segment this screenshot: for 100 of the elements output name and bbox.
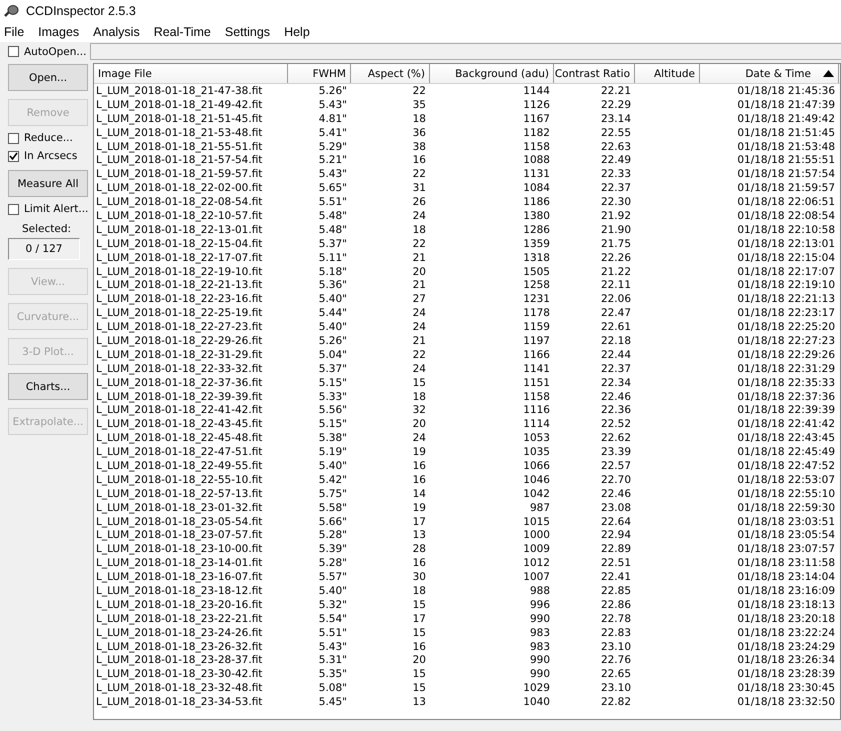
table-cell-text: 22 bbox=[412, 84, 427, 98]
selected-count: 0 / 127 bbox=[8, 238, 80, 260]
auto-open-checkbox[interactable]: AutoOpen... bbox=[8, 46, 86, 58]
table-cell-text: 01/18/18 23:03:51 bbox=[736, 514, 836, 529]
table-cell-text: 22.83 bbox=[600, 626, 632, 640]
table-cell-text: 5.39" bbox=[318, 542, 348, 556]
table-cell-text: 1126 bbox=[522, 98, 551, 112]
column-header[interactable]: Image File bbox=[94, 64, 288, 83]
table-cell-text: 5.75" bbox=[318, 486, 348, 501]
table-cell-text: 5.54" bbox=[318, 612, 348, 626]
side-checkbox[interactable]: Reduce... bbox=[8, 132, 73, 144]
table-cell-text: 5.38" bbox=[318, 431, 348, 446]
table-cell-text: 22.70 bbox=[600, 472, 632, 487]
table-cell-text: 01/18/18 21:51:45 bbox=[736, 126, 836, 140]
table-cell-text: 01/18/18 22:39:39 bbox=[736, 403, 836, 418]
table-cell-text: 01/18/18 22:19:10 bbox=[736, 278, 836, 292]
table-cell-text: 1042 bbox=[522, 486, 551, 501]
table-cell-text: L_LUM_2018-01-18_21-55-51.fit bbox=[95, 140, 264, 154]
menu-item[interactable]: Images bbox=[38, 25, 80, 39]
side-button[interactable]: Open... bbox=[8, 64, 88, 91]
column-header[interactable]: Date & Time bbox=[700, 64, 839, 83]
side-button[interactable]: Charts... bbox=[8, 373, 88, 400]
table-cell-text: 996 bbox=[528, 598, 551, 612]
table-cell-text: 22.94 bbox=[600, 528, 632, 542]
table-cell-text: 5.37" bbox=[318, 236, 348, 251]
table-cell-text: 5.11" bbox=[318, 250, 348, 265]
table-cell-text: L_LUM_2018-01-18_21-51-45.fit bbox=[95, 112, 264, 126]
table-cell-text: L_LUM_2018-01-18_21-53-48.fit bbox=[95, 126, 264, 140]
table-cell-text: 01/18/18 22:25:20 bbox=[736, 320, 836, 334]
table-cell-text: 22.89 bbox=[600, 542, 632, 556]
table-cell-text: 1158 bbox=[522, 140, 551, 154]
table-cell-text: L_LUM_2018-01-18_23-14-01.fit bbox=[95, 556, 264, 570]
table-cell-text: L_LUM_2018-01-18_22-08-54.fit bbox=[95, 195, 264, 210]
table-cell-text: 1040 bbox=[522, 695, 551, 710]
table-cell-text: 1015 bbox=[522, 514, 551, 529]
table-cell-text: L_LUM_2018-01-18_23-30-42.fit bbox=[95, 667, 264, 682]
table-cell-text: 990 bbox=[528, 612, 551, 626]
table-cell-text: 1046 bbox=[522, 472, 551, 487]
table-cell-text: 22.37 bbox=[600, 181, 632, 196]
table-cell-text: 01/18/18 22:59:30 bbox=[736, 500, 836, 515]
table-cell-text: 21 bbox=[412, 278, 427, 292]
table-cell-text: 01/18/18 21:55:51 bbox=[736, 153, 836, 168]
table-cell-text: L_LUM_2018-01-18_22-31-29.fit bbox=[95, 348, 264, 362]
table-cell-text: 21.22 bbox=[600, 264, 632, 279]
table-cell-text: 30 bbox=[412, 570, 427, 584]
table-cell-text: 22.82 bbox=[600, 695, 632, 710]
column-header[interactable]: Altitude bbox=[635, 64, 700, 83]
table-cell-text: 5.35" bbox=[318, 667, 348, 682]
column-header[interactable]: Contrast Ratio bbox=[554, 64, 635, 83]
menu-item[interactable]: Real-Time bbox=[154, 25, 211, 39]
table-cell-text: 22.55 bbox=[600, 126, 632, 140]
table-cell-text: 17 bbox=[412, 514, 427, 529]
table-cell-text: 23.14 bbox=[600, 112, 632, 126]
table-cell-text: 1182 bbox=[522, 126, 551, 140]
table-cell-text: 01/18/18 22:23:17 bbox=[736, 306, 836, 320]
table-cell-text: L_LUM_2018-01-18_22-23-16.fit bbox=[95, 292, 264, 306]
menu-item[interactable]: File bbox=[4, 25, 24, 39]
table-cell-text: 1158 bbox=[522, 390, 551, 404]
table-cell-text: 5.36" bbox=[318, 278, 348, 292]
table-cell-text: 01/18/18 22:17:07 bbox=[736, 264, 836, 279]
table-cell-text: 5.40" bbox=[318, 584, 348, 598]
table-cell-text: 1167 bbox=[522, 112, 551, 126]
table-cell-text: 1000 bbox=[522, 528, 551, 542]
table-cell-text: 22 bbox=[412, 236, 427, 251]
menu-item[interactable]: Analysis bbox=[93, 25, 140, 39]
table-cell-text: 20 bbox=[412, 417, 427, 432]
table-cell-text: 01/18/18 23:28:39 bbox=[736, 667, 836, 682]
table-cell-text: 15 bbox=[412, 626, 427, 640]
table-cell-text: 21.92 bbox=[600, 208, 632, 223]
table-cell-text: 22.76 bbox=[600, 653, 632, 668]
column-header[interactable]: Aspect (%) bbox=[351, 64, 430, 83]
side-checkbox[interactable]: In Arcsecs bbox=[8, 150, 78, 162]
table-cell-text: 22.85 bbox=[600, 584, 632, 598]
table-cell-text: 5.08" bbox=[318, 681, 348, 696]
table-cell-text: 1035 bbox=[522, 445, 551, 460]
table-cell-text: 22.37 bbox=[600, 362, 632, 376]
table-cell-text: 4.81" bbox=[318, 112, 348, 126]
table-cell-text: 16 bbox=[412, 153, 427, 168]
table-cell-text: 01/18/18 22:08:54 bbox=[736, 208, 836, 223]
table-cell-text: 19 bbox=[412, 445, 427, 460]
menu-item[interactable]: Settings bbox=[224, 25, 270, 39]
table-cell-text: L_LUM_2018-01-18_22-21-13.fit bbox=[95, 278, 264, 292]
table-cell-text: L_LUM_2018-01-18_22-37-36.fit bbox=[95, 376, 264, 390]
table-cell-text: 22.11 bbox=[600, 278, 632, 292]
table-cell-text: 16 bbox=[412, 459, 427, 473]
table-cell-text: 18 bbox=[412, 584, 427, 598]
table-cell-text: L_LUM_2018-01-18_23-18-12.fit bbox=[95, 584, 264, 598]
side-button[interactable]: Measure All bbox=[8, 170, 88, 197]
column-header[interactable]: FWHM bbox=[288, 64, 351, 83]
table-cell-text: 22.61 bbox=[600, 320, 632, 334]
menu-item[interactable]: Help bbox=[284, 25, 310, 39]
path-field[interactable] bbox=[90, 43, 841, 60]
table-cell-text: 5.18" bbox=[318, 264, 348, 279]
table-cell-text: L_LUM_2018-01-18_23-22-21.fit bbox=[95, 612, 264, 626]
table-cell-text: 1505 bbox=[522, 264, 551, 279]
column-header[interactable]: Background (adu) bbox=[430, 64, 554, 83]
table-cell-text: 5.26" bbox=[318, 334, 348, 348]
table-cell-text: 01/18/18 23:22:24 bbox=[736, 626, 836, 640]
table-cell-text: 5.58" bbox=[318, 500, 348, 515]
side-checkbox[interactable]: Limit Alert... bbox=[8, 203, 88, 215]
